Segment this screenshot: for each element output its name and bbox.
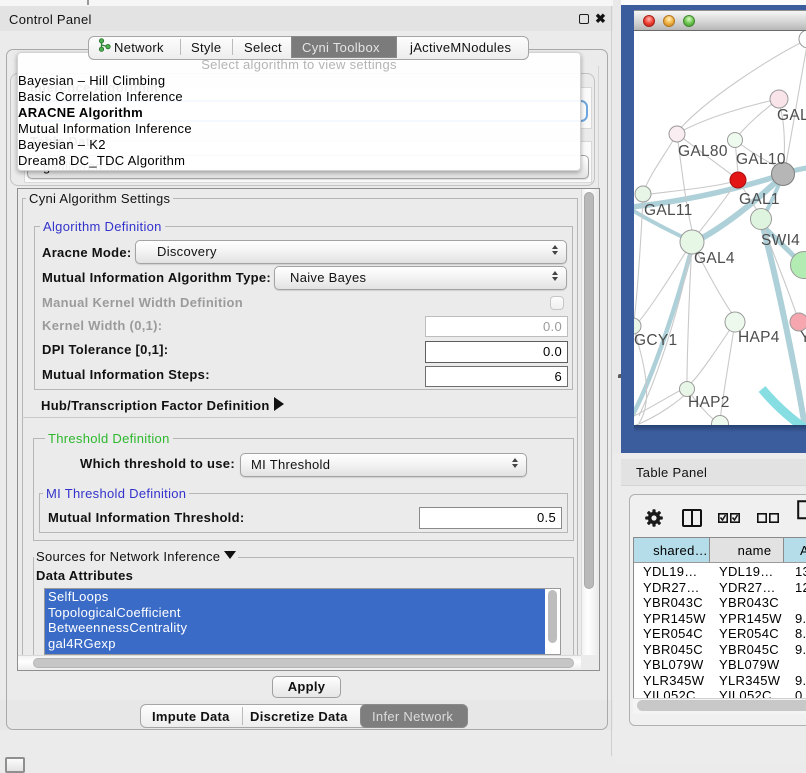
svg-text:Y: Y bbox=[800, 329, 806, 346]
svg-text:HAP4: HAP4 bbox=[738, 329, 780, 346]
svg-text:GAL4: GAL4 bbox=[694, 250, 735, 267]
svg-text:HAP2: HAP2 bbox=[688, 394, 730, 411]
svg-text:GAL8: GAL8 bbox=[777, 107, 806, 124]
svg-text:SWI4: SWI4 bbox=[761, 232, 800, 249]
svg-text:GAL11: GAL11 bbox=[644, 202, 693, 219]
svg-text:GCY1: GCY1 bbox=[634, 332, 677, 349]
svg-text:GAL10: GAL10 bbox=[736, 151, 786, 168]
svg-text:GAL1: GAL1 bbox=[739, 191, 780, 208]
svg-text:GAL80: GAL80 bbox=[678, 143, 728, 160]
